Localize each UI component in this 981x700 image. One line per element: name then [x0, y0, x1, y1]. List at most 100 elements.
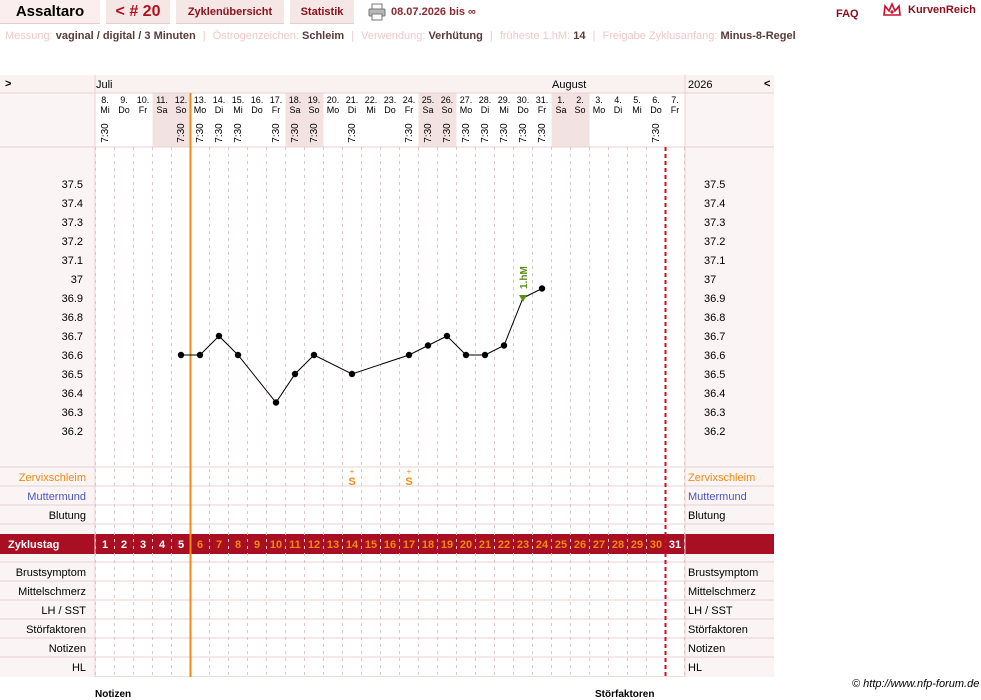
info-release-value: Minus-8-Regel	[720, 30, 796, 42]
weekday-label: Sa	[156, 105, 167, 115]
row-label-notes: Notizen	[49, 643, 86, 655]
weekday-label: Mi	[632, 105, 642, 115]
time-label: 7:30	[290, 123, 301, 143]
temperature-point	[177, 351, 185, 359]
print-icon[interactable]	[368, 3, 386, 21]
brand-label: Assaltaro	[15, 3, 85, 20]
temperature-point	[424, 342, 432, 349]
y-tick-right: 36.5	[704, 369, 725, 381]
row-label-hl: HL	[72, 662, 86, 674]
time-label: 7:30	[176, 123, 187, 143]
month-header-bg	[0, 75, 774, 93]
mucus-mark: S	[348, 476, 355, 488]
weekday-label: Di	[348, 105, 357, 115]
notes-heading: Notizen	[95, 689, 132, 700]
time-label: 7:30	[271, 123, 282, 143]
cycle-day-number: 17	[403, 539, 415, 551]
y-tick-right: 36.8	[704, 312, 725, 324]
date-label: 17.	[270, 95, 283, 105]
y-tick-right: 37.5	[704, 179, 725, 191]
weekday-label: Mi	[233, 105, 243, 115]
row-label-right-notes: Notizen	[688, 643, 725, 655]
date-label: 24.	[403, 95, 416, 105]
cycle-day-number: 9	[254, 539, 260, 551]
temperature-point	[405, 351, 413, 359]
date-label: 3.	[595, 95, 603, 105]
date-label: 19.	[308, 95, 321, 105]
date-label: 21.	[346, 95, 359, 105]
cycle-selector[interactable]: < # 20	[106, 0, 170, 24]
cycle-day-number: 22	[498, 539, 510, 551]
temperature-point	[348, 370, 356, 378]
cycle-day-number: 16	[384, 539, 396, 551]
y-tick-right: 37	[704, 274, 716, 286]
temperature-point	[500, 342, 508, 349]
nav-next-arrow[interactable]: <	[764, 78, 770, 90]
weekday-label: Do	[384, 105, 396, 115]
y-tick-left: 36.4	[62, 388, 83, 400]
weekday-label: So	[441, 105, 452, 115]
time-label: 7:30	[214, 123, 225, 143]
cycle-date-range: 08.07.2026 bis ∞	[391, 6, 476, 18]
y-tick-right: 37.3	[704, 217, 725, 229]
y-tick-left: 37	[71, 274, 83, 286]
y-tick-right: 36.7	[704, 331, 725, 343]
date-label: 1.	[557, 95, 565, 105]
brand-tab[interactable]: Assaltaro	[0, 0, 100, 24]
cycle-label: < # 20	[115, 2, 161, 20]
faq-link[interactable]: FAQ	[836, 8, 859, 20]
info-usage-key: Verwendung:	[361, 30, 426, 42]
y-tick-right: 37.4	[704, 198, 725, 210]
date-label: 13.	[194, 95, 207, 105]
cycle-day-number: 1	[102, 539, 108, 551]
y-tick-right: 36.6	[704, 350, 725, 362]
info-earliest-hm-key: früheste 1.hM:	[499, 30, 571, 42]
temperature-point	[443, 332, 451, 340]
y-tick-left: 36.9	[62, 293, 83, 305]
time-label: 7:30	[461, 123, 472, 143]
date-label: 16.	[251, 95, 264, 105]
row-label-right-breast: Brustsymptom	[688, 567, 758, 579]
weekday-label: Di	[614, 105, 623, 115]
date-label: 8.	[101, 95, 109, 105]
cycle-day-number: 25	[555, 539, 567, 551]
weekday-label: Sa	[422, 105, 433, 115]
year-label: 2026	[688, 79, 712, 91]
cycle-day-number: 21	[479, 539, 491, 551]
y-tick-left: 36.5	[62, 369, 83, 381]
date-label: 23.	[384, 95, 397, 105]
date-label: 18.	[289, 95, 302, 105]
cycle-day-number: 24	[536, 539, 549, 551]
time-label: 7:30	[100, 123, 111, 143]
weekday-label: Fr	[272, 105, 281, 115]
time-label: 7:30	[309, 123, 320, 143]
tab-statistics-label: Statistik	[300, 5, 344, 18]
date-label: 7.	[671, 95, 679, 105]
row-label-right-midpain: Mittelschmerz	[688, 586, 756, 598]
time-label: 7:30	[480, 123, 491, 143]
cycle-day-number: 14	[346, 539, 359, 551]
row-label-cycle-day: Zyklustag	[8, 539, 59, 551]
row-label-cervical_mucus: Zervixschleim	[19, 472, 86, 484]
weekday-label: Fr	[671, 105, 680, 115]
y-tick-left: 37.5	[62, 179, 83, 191]
date-label: 9.	[120, 95, 128, 105]
cycle-day-number: 31	[669, 539, 681, 551]
date-label: 25.	[422, 95, 435, 105]
time-label: 7:30	[195, 123, 206, 143]
weekday-label: Sa	[555, 105, 566, 115]
temperature-point	[234, 351, 242, 359]
cycle-day-number: 20	[460, 539, 472, 551]
tab-cycle-overview-label: Zyklenübersicht	[187, 5, 273, 18]
logo-text[interactable]: KurvenReich	[908, 4, 976, 16]
weekday-label: Fr	[139, 105, 148, 115]
cycle-day-number: 26	[574, 539, 586, 551]
date-label: 4.	[614, 95, 622, 105]
date-label: 31.	[536, 95, 549, 105]
time-label: 7:30	[537, 123, 548, 143]
tab-cycle-overview[interactable]: Zyklenübersicht	[176, 0, 284, 24]
nav-prev-arrow[interactable]: >	[5, 78, 11, 90]
y-tick-left: 36.2	[62, 426, 83, 438]
temperature-point	[196, 351, 204, 359]
tab-statistics[interactable]: Statistik	[290, 0, 354, 24]
